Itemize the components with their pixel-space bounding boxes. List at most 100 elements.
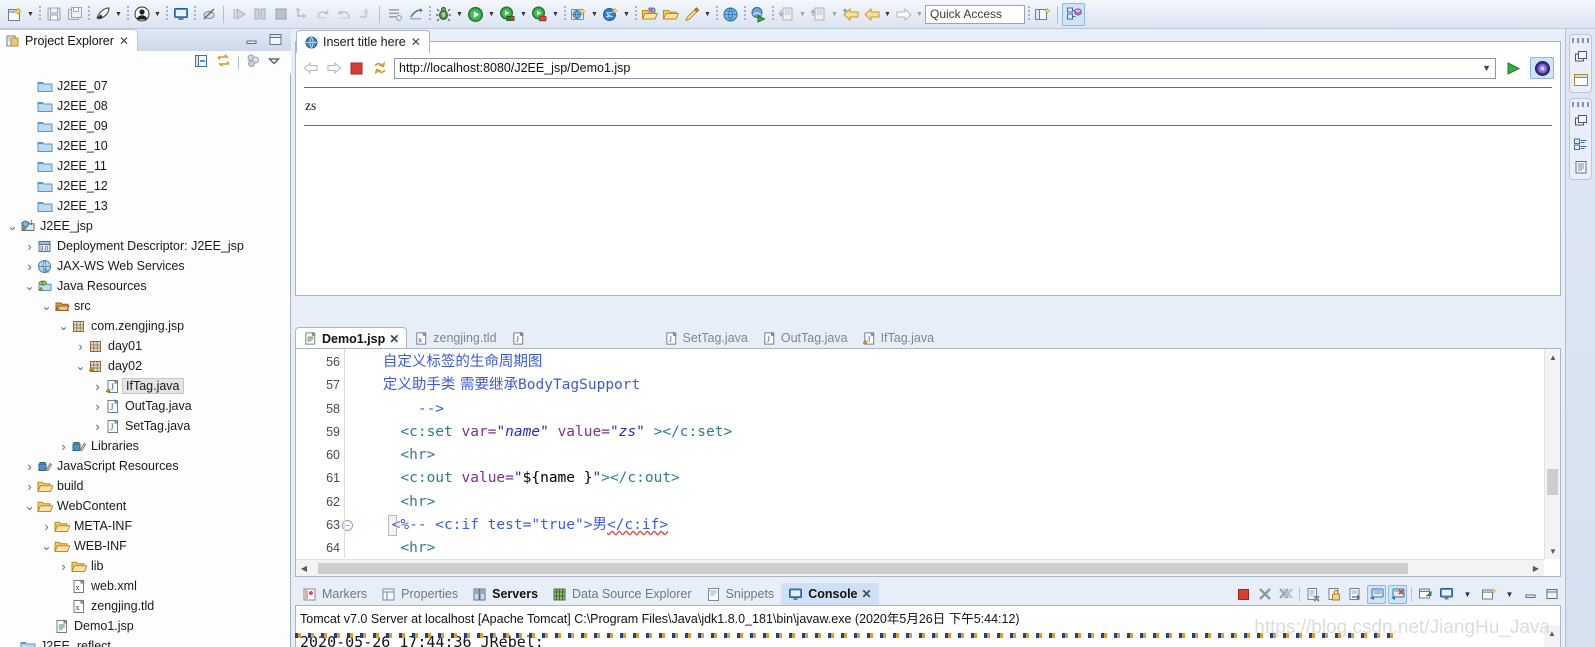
new-wizard-icon[interactable] — [4, 3, 25, 25]
tree-item-outtag-java[interactable]: › J OutTag.java — [0, 396, 290, 416]
tree-item-j2ee-13[interactable]: J2EE_13 — [0, 196, 290, 216]
editor-horizontal-scrollbar[interactable]: ◀ ▶ — [296, 559, 1544, 576]
drop-to-frame-icon[interactable] — [354, 3, 375, 25]
twisty-expanded-icon[interactable]: ⌄ — [40, 540, 53, 552]
editor-tabbar[interactable]: Demo1.jsp ✕ x zengjing.tld J J SetTag.java J Out… — [295, 327, 1561, 349]
tree-item-j2ee-10[interactable]: J2EE_10 — [0, 136, 290, 156]
tree-item-zengjing-tld[interactable]: x zengjing.tld — [0, 596, 290, 616]
link-with-editor-icon[interactable] — [215, 53, 232, 72]
show-console-on-error-icon[interactable] — [1388, 584, 1407, 604]
twisty-expanded-icon[interactable]: ⌄ — [74, 360, 87, 372]
editor-body[interactable]: 56 57 58 59 60 61 62 63− 64 自定义标签的生命周期图 定义助手类 需要… — [295, 348, 1561, 577]
outline-view-icon[interactable] — [1571, 135, 1591, 153]
code-line[interactable]: <hr> — [348, 537, 1543, 558]
save-all-icon[interactable] — [64, 3, 85, 25]
editor-tab-iftag-java[interactable]: J IfTag.java — [855, 327, 942, 349]
restore-icon[interactable] — [1571, 112, 1591, 130]
code-line[interactable]: 自定义标签的生命周期图 — [348, 351, 1543, 374]
run-chevron-icon[interactable]: ▼ — [486, 3, 497, 25]
maximize-icon[interactable] — [268, 32, 283, 50]
twisty-collapsed-icon[interactable]: › — [23, 459, 36, 474]
stop-icon[interactable] — [348, 60, 365, 77]
tree-item-jax-ws-web-services[interactable]: › JAX-WS Web Services — [0, 256, 290, 276]
twisty-expanded-icon[interactable]: ⌄ — [6, 220, 19, 232]
code-line[interactable]: <hr> — [348, 444, 1543, 467]
step-return-icon[interactable] — [333, 3, 354, 25]
open-console-chevron-icon[interactable]: ▼ — [1500, 585, 1519, 604]
new-web-project-icon[interactable] — [568, 3, 589, 25]
refresh-icon[interactable] — [371, 60, 388, 77]
tree-item-build[interactable]: › build — [0, 476, 290, 496]
remove-launch-icon[interactable] — [1255, 585, 1274, 604]
editor-tab-zengjing-tld[interactable]: x zengjing.tld — [407, 327, 503, 349]
user-chevron-icon[interactable]: ▼ — [152, 3, 163, 25]
download-chevron-icon[interactable]: ▼ — [797, 3, 808, 25]
twisty-collapsed-icon[interactable]: › — [91, 419, 104, 434]
edit-chevron-icon[interactable]: ▼ — [702, 3, 713, 25]
console-tab-servers[interactable]: Servers — [465, 583, 545, 605]
upload-chevron-icon[interactable]: ▼ — [829, 3, 840, 25]
tab-browser[interactable]: Insert title here ✕ — [296, 30, 430, 53]
open-folder-icon[interactable] — [639, 3, 660, 25]
forward-chevron-icon[interactable]: ▼ — [914, 3, 925, 25]
suspend-icon[interactable] — [249, 3, 270, 25]
save-icon[interactable] — [43, 3, 64, 25]
scroll-right-icon[interactable]: ▶ — [1528, 560, 1544, 576]
lock-scroll-icon[interactable] — [1325, 585, 1344, 604]
tree-item-deployment-descriptor-j2ee-jsp[interactable]: › 3.0 Deployment Descriptor: J2EE_jsp — [0, 236, 290, 256]
editor-tab-outtag-java[interactable]: J OutTag.java — [755, 327, 855, 349]
run-server-chevron-icon[interactable]: ▼ — [518, 3, 529, 25]
clear-console-icon[interactable] — [1304, 585, 1323, 604]
disable-breakpoints-icon[interactable] — [198, 3, 219, 25]
code-line[interactable]: <%-- <c:if test="true">男</c:if> — [348, 514, 1543, 537]
tree-item-com-zengjing-jsp[interactable]: ⌄ com.zengjing.jsp — [0, 316, 290, 336]
tab-project-explorer[interactable]: Project Explorer ✕ — [0, 29, 138, 51]
twisty-collapsed-icon[interactable]: › — [23, 239, 36, 254]
remove-all-launches-icon[interactable] — [1276, 585, 1295, 604]
view-menu-icon[interactable] — [245, 53, 261, 72]
back-star-icon[interactable] — [840, 3, 861, 25]
forward-icon[interactable] — [893, 3, 914, 25]
tree-item-webcontent[interactable]: ⌄ WebContent — [0, 496, 290, 516]
code-line[interactable]: <c:set var="name" value="zs" ></c:set> — [348, 421, 1543, 444]
upload-icon[interactable] — [808, 3, 829, 25]
console-tab-snippets[interactable]: Snippets — [699, 583, 782, 605]
code-line[interactable]: 定义助手类 需要继承BodyTagSupport — [348, 374, 1543, 397]
display-console-chevron-icon[interactable]: ▼ — [1458, 585, 1477, 604]
debug-chevron-icon[interactable]: ▼ — [454, 3, 465, 25]
twisty-expanded-icon[interactable]: ⌄ — [23, 500, 36, 512]
twisty-collapsed-icon[interactable]: › — [91, 399, 104, 414]
scroll-thumb[interactable] — [318, 563, 1408, 574]
terminal-icon[interactable] — [170, 3, 191, 25]
scroll-left-icon[interactable]: ◀ — [296, 560, 312, 576]
twisty-collapsed-icon[interactable]: › — [23, 259, 36, 274]
tree-item-iftag-java[interactable]: › J IfTag.java — [0, 376, 290, 396]
terminate-icon[interactable] — [1234, 585, 1253, 604]
chevron-down-icon[interactable]: ▼ — [1478, 63, 1491, 73]
new-server-chevron-icon[interactable]: ▼ — [621, 3, 632, 25]
tree-item-j2ee-jsp[interactable]: ⌄ J J2EE_jsp — [0, 216, 290, 236]
browser-icon[interactable] — [720, 3, 741, 25]
tree-item-web-xml[interactable]: x web.xml — [0, 576, 290, 596]
word-wrap-icon[interactable] — [1346, 585, 1365, 604]
new-wizard-chevron-icon[interactable]: ▼ — [25, 3, 36, 25]
step-into-icon[interactable] — [291, 3, 312, 25]
new-server-icon[interactable]: S — [600, 3, 621, 25]
minimize-icon[interactable] — [245, 33, 259, 50]
twisty-collapsed-icon[interactable]: › — [57, 439, 70, 454]
tree-item-j2ee-09[interactable]: J2EE_09 — [0, 116, 290, 136]
publish-chevron-icon[interactable]: ▼ — [113, 3, 124, 25]
code-line[interactable]: <c:out value="${name }"></c:out> — [348, 467, 1543, 490]
code-line[interactable]: --> — [348, 398, 1543, 421]
run-server-icon[interactable] — [497, 3, 518, 25]
display-selected-console-icon[interactable] — [1437, 585, 1456, 604]
coverage-icon[interactable] — [384, 3, 405, 25]
twisty-expanded-icon[interactable]: ⌄ — [40, 300, 53, 312]
run-tools-chevron-icon[interactable]: ▼ — [550, 3, 561, 25]
debug-icon[interactable] — [433, 3, 454, 25]
console-body[interactable]: Tomcat v7.0 Server at localhost [Apache … — [295, 605, 1561, 647]
url-input[interactable]: http://localhost:8080/J2EE_jsp/Demo1.jsp… — [394, 57, 1496, 79]
console-tab-console[interactable]: Console ✕ — [781, 583, 879, 605]
drag-handle[interactable] — [1571, 38, 1590, 43]
twisty-collapsed-icon[interactable]: › — [40, 519, 53, 534]
